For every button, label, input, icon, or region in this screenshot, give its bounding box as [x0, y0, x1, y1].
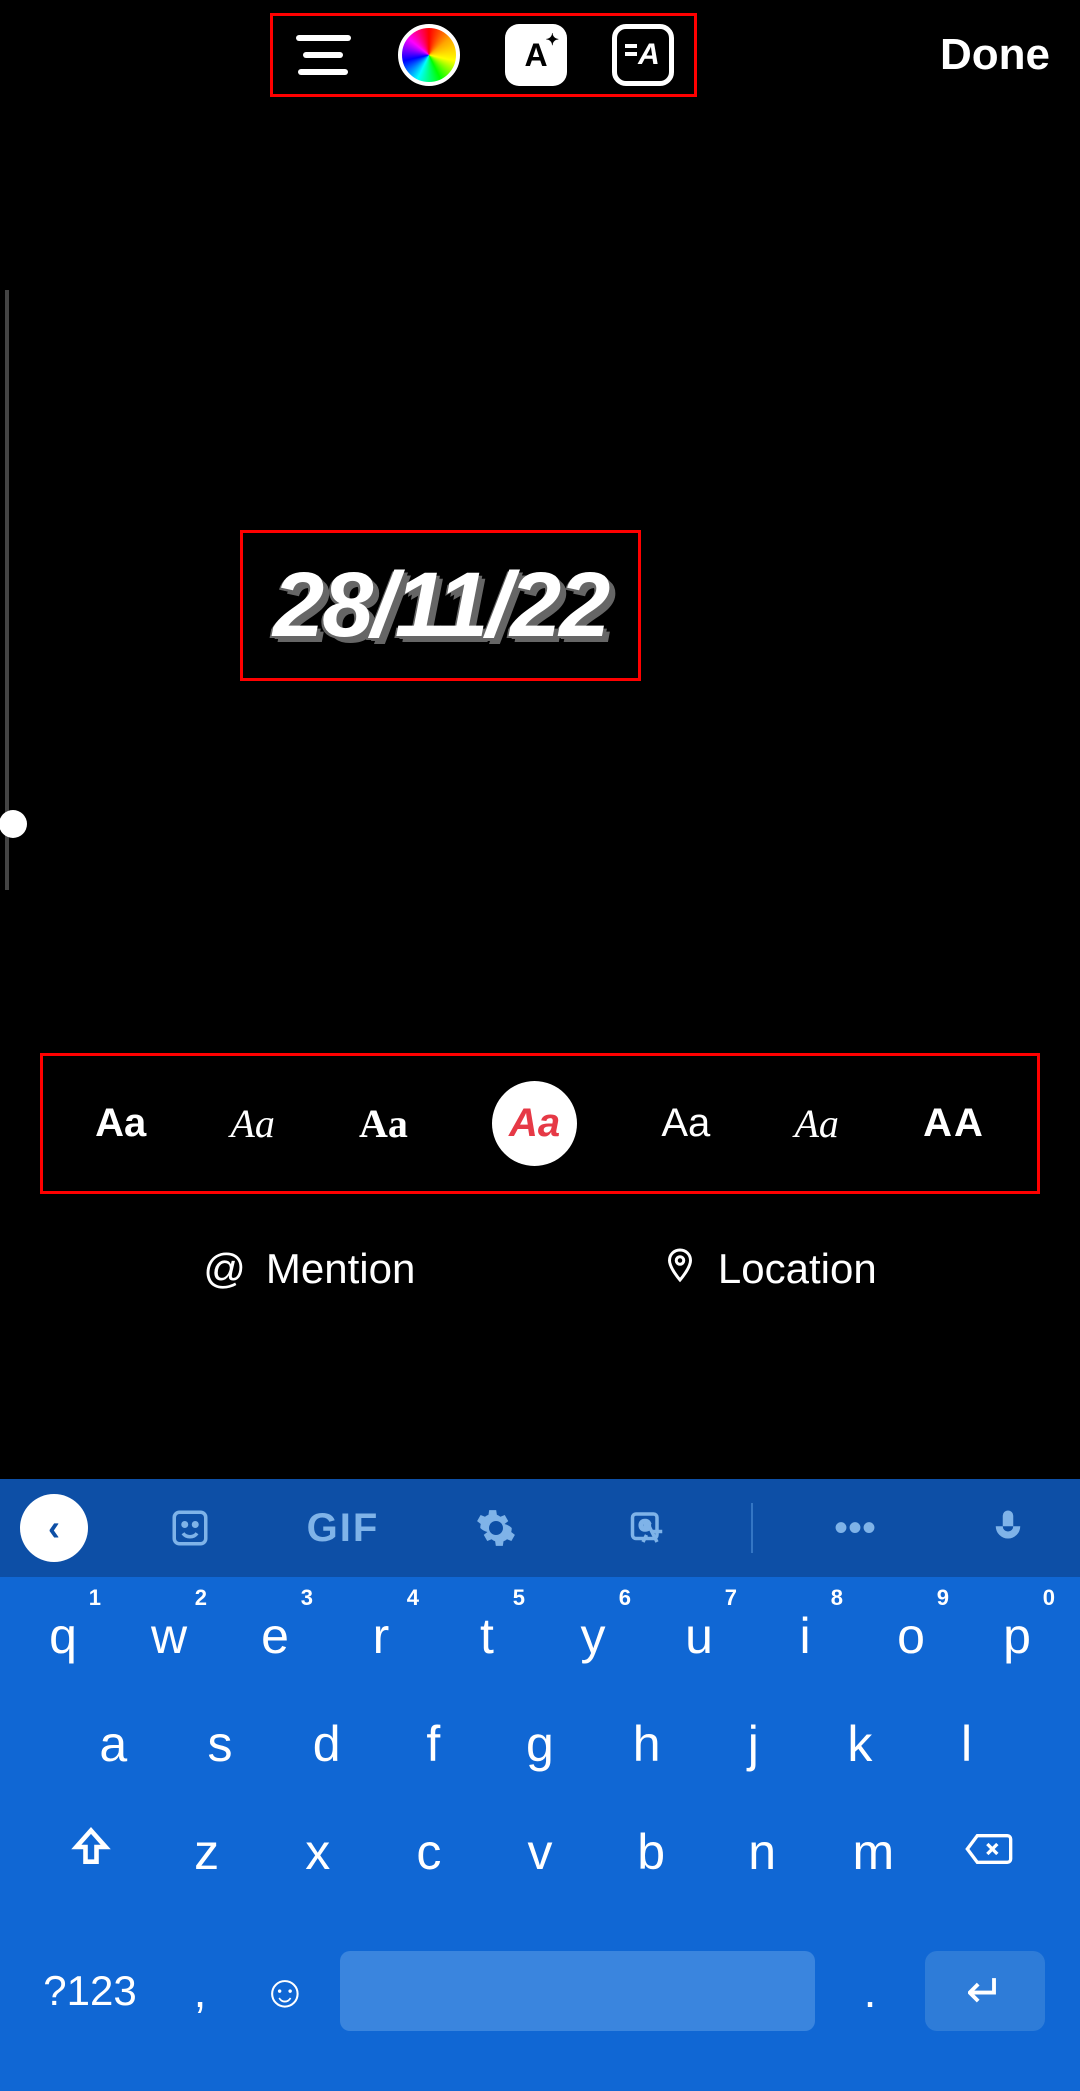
key-v[interactable]: v: [490, 1823, 590, 1881]
key-l[interactable]: l: [917, 1715, 1017, 1773]
key-e[interactable]: 3e: [225, 1607, 325, 1665]
backspace-key[interactable]: [934, 1823, 1044, 1881]
key-k[interactable]: k: [810, 1715, 910, 1773]
text-animation-icon[interactable]: A: [612, 24, 674, 86]
action-bar: @ Mention Location: [0, 1245, 1080, 1293]
toolbar-divider: [751, 1503, 753, 1553]
mention-button[interactable]: @ Mention: [203, 1245, 415, 1293]
mention-label: Mention: [266, 1245, 415, 1293]
key-o[interactable]: 9o: [861, 1607, 961, 1665]
font-option-classic[interactable]: Aa: [95, 1101, 146, 1146]
key-q[interactable]: 1q: [13, 1607, 113, 1665]
font-option-selected[interactable]: Aa: [492, 1081, 577, 1166]
editor-header: A✦ A Done: [0, 0, 1080, 110]
color-picker-icon[interactable]: [398, 24, 460, 86]
location-label: Location: [718, 1245, 877, 1293]
key-u[interactable]: 7u: [649, 1607, 749, 1665]
key-i[interactable]: 8i: [755, 1607, 855, 1665]
key-t[interactable]: 5t: [437, 1607, 537, 1665]
done-button[interactable]: Done: [940, 30, 1050, 80]
shift-key[interactable]: [36, 1823, 146, 1881]
keyboard-keys: 1q 2w 3e 4r 5t 6y 7u 8i 9o 0p a s d f g …: [0, 1577, 1080, 2091]
key-z[interactable]: z: [157, 1823, 257, 1881]
key-c[interactable]: c: [379, 1823, 479, 1881]
keyboard-collapse-icon[interactable]: ‹: [20, 1494, 88, 1562]
font-option-typewriter[interactable]: Aa: [359, 1100, 408, 1147]
key-f[interactable]: f: [383, 1715, 483, 1773]
key-r[interactable]: 4r: [331, 1607, 431, 1665]
font-style-selector: Aa Aa Aa Aa Aa Aa AA: [40, 1053, 1040, 1194]
more-icon[interactable]: •••: [803, 1506, 906, 1551]
comma-key[interactable]: ,: [170, 1964, 230, 2018]
key-g[interactable]: g: [490, 1715, 590, 1773]
gif-button[interactable]: GIF: [291, 1506, 394, 1551]
translate-icon[interactable]: G: [598, 1507, 701, 1549]
text-toolbar: A✦ A: [270, 13, 697, 97]
keyboard-row-3: z x c v b n m: [10, 1823, 1070, 1881]
keyboard-bottom-row: ?123 , ☺ . ↵: [10, 1931, 1070, 2071]
key-w[interactable]: 2w: [119, 1607, 219, 1665]
mic-icon[interactable]: [957, 1507, 1060, 1549]
text-effects-icon[interactable]: A✦: [505, 24, 567, 86]
alignment-icon[interactable]: [293, 30, 353, 80]
mention-icon: @: [203, 1245, 246, 1293]
keyboard-row-1: 1q 2w 3e 4r 5t 6y 7u 8i 9o 0p: [10, 1607, 1070, 1665]
font-option-italic[interactable]: Aa: [794, 1100, 838, 1147]
enter-key[interactable]: ↵: [925, 1951, 1045, 2031]
key-d[interactable]: d: [277, 1715, 377, 1773]
key-n[interactable]: n: [712, 1823, 812, 1881]
story-text-input[interactable]: 28/11/22: [240, 530, 641, 681]
font-option-modern[interactable]: Aa: [661, 1101, 710, 1146]
svg-text:G: G: [639, 1517, 650, 1533]
key-a[interactable]: a: [63, 1715, 163, 1773]
space-key[interactable]: [340, 1951, 815, 2031]
location-button[interactable]: Location: [662, 1245, 877, 1293]
symbols-key[interactable]: ?123: [35, 1967, 145, 2015]
font-option-script[interactable]: Aa: [230, 1100, 274, 1147]
keyboard-toolbar: ‹ GIF G •••: [0, 1479, 1080, 1577]
sticker-icon[interactable]: [138, 1507, 241, 1549]
virtual-keyboard: ‹ GIF G ••• 1q 2w 3e 4r 5t 6y 7u 8i 9o 0…: [0, 1479, 1080, 2091]
period-key[interactable]: .: [840, 1964, 900, 2018]
location-icon: [662, 1245, 698, 1293]
key-h[interactable]: h: [597, 1715, 697, 1773]
key-y[interactable]: 6y: [543, 1607, 643, 1665]
keyboard-row-2: a s d f g h j k l: [10, 1715, 1070, 1773]
font-option-strong[interactable]: AA: [923, 1101, 985, 1146]
key-x[interactable]: x: [268, 1823, 368, 1881]
key-s[interactable]: s: [170, 1715, 270, 1773]
key-p[interactable]: 0p: [967, 1607, 1067, 1665]
key-j[interactable]: j: [703, 1715, 803, 1773]
settings-icon[interactable]: [445, 1507, 548, 1549]
emoji-key[interactable]: ☺: [255, 1964, 315, 2018]
key-b[interactable]: b: [601, 1823, 701, 1881]
key-m[interactable]: m: [823, 1823, 923, 1881]
